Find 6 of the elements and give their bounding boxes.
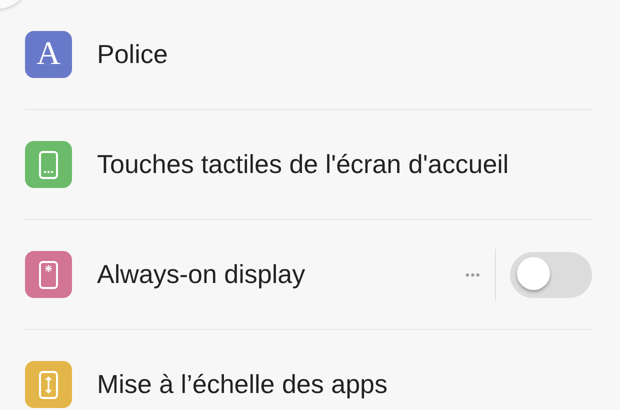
font-icon: A <box>25 31 72 78</box>
setting-label[interactable]: Mise à l’échelle des apps <box>97 369 592 400</box>
toggle-switch[interactable] <box>510 252 592 298</box>
setting-label[interactable]: Touches tactiles de l'écran d'accueil <box>97 149 592 180</box>
setting-label[interactable]: Always-on display <box>97 259 466 290</box>
setting-label[interactable]: Police <box>97 39 592 70</box>
